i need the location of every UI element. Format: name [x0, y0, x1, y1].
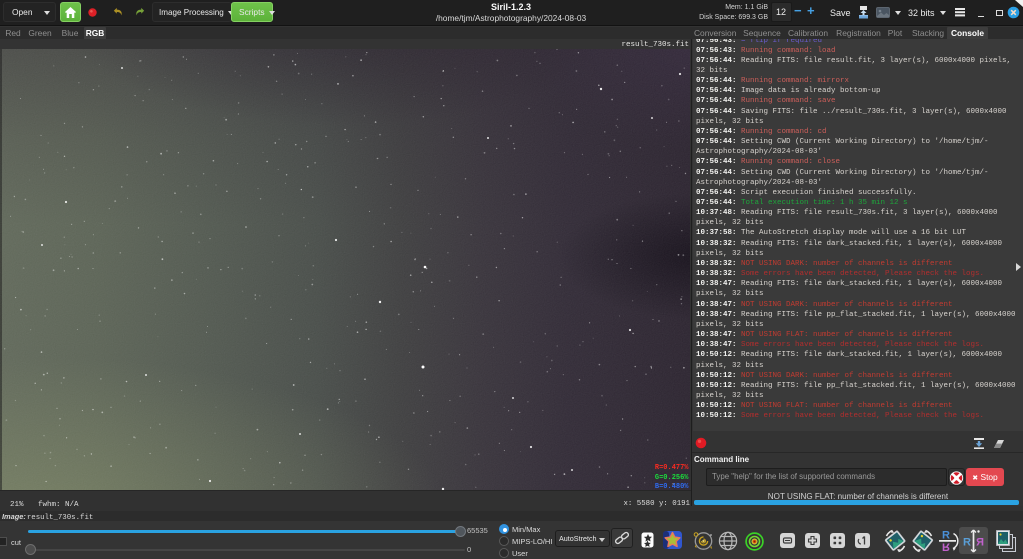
svg-text:R: R: [976, 537, 984, 549]
svg-text:R: R: [963, 537, 971, 549]
svg-text:R: R: [942, 530, 950, 542]
svg-text:R: R: [942, 541, 950, 553]
